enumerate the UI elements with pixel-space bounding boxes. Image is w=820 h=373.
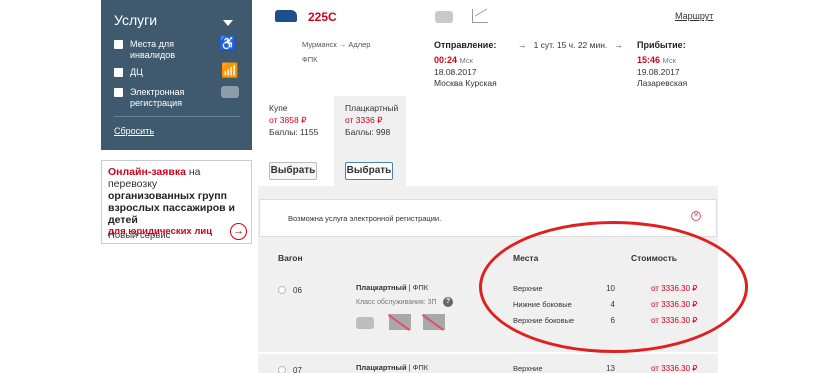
wagon-number: 06 — [293, 286, 302, 295]
car-type-price: от 3336 ₽ — [345, 115, 383, 125]
seat-price: от 3336.30 ₽ — [651, 364, 698, 373]
car-type-price: от 3858 ₽ — [269, 115, 307, 125]
seat-type: Верхние — [513, 364, 543, 373]
arrival-date: 19.08.2017 — [637, 67, 680, 77]
close-icon[interactable]: ✕ — [691, 211, 701, 221]
duration-text: 1 сут. 15 ч. 22 мин. — [533, 40, 608, 50]
arrival-label: Прибытие: — [637, 40, 686, 50]
reset-filters-link[interactable]: Сбросить — [114, 126, 154, 136]
no-toilet-icon — [423, 314, 445, 330]
checkbox[interactable] — [114, 40, 123, 49]
seat-count: 4 — [610, 300, 615, 309]
chevron-down-icon[interactable] — [223, 20, 233, 26]
filter-label: ДЦ — [130, 67, 143, 77]
chart-icon — [472, 9, 488, 23]
header-price: Стоимость — [631, 253, 677, 263]
timezone: Мск — [662, 56, 676, 65]
seat-count: 13 — [606, 364, 615, 373]
checkbox[interactable] — [114, 68, 123, 77]
arrival-time: 15:46 Мск — [637, 55, 676, 65]
departure-time: 00:24 Мск — [434, 55, 473, 65]
divider — [114, 116, 240, 117]
route-text: Мурманск → Адлер — [302, 40, 371, 49]
carrier-text: ФПК — [302, 55, 318, 64]
carrier: ФПК — [412, 363, 429, 372]
filter-label: Электронная регистрация — [130, 87, 185, 108]
seat-count: 10 — [606, 284, 615, 293]
row-divider — [258, 352, 718, 354]
seat-type: Нижние боковые — [513, 300, 572, 309]
select-platzkart-button[interactable]: Выбрать — [345, 162, 393, 180]
wagon-class: Плацкартный | ФПК — [356, 363, 429, 372]
sidebar-title: Услуги — [114, 12, 158, 28]
service-class: Класс обслуживания: 3П — [356, 299, 437, 306]
time-value: 00:24 — [434, 55, 458, 65]
wagon-class: Плацкартный | ФПК — [356, 283, 429, 292]
header-wagon: Вагон — [278, 253, 303, 263]
train-number: 225С — [308, 10, 337, 24]
seat-price: от 3336.30 ₽ — [651, 316, 698, 325]
arrow-right-icon[interactable]: → — [230, 223, 247, 240]
class-name: Плацкартный — [356, 363, 407, 372]
seat-price: от 3336.30 ₽ — [651, 300, 698, 309]
e-registration-icon — [221, 86, 239, 98]
time-value: 15:46 — [637, 55, 661, 65]
promo-bold-text: организованных групп взрослых пассажиров… — [108, 190, 235, 226]
promo-highlight: Онлайн-заявка — [108, 166, 186, 178]
carrier: ФПК — [412, 283, 429, 292]
travel-duration: → 1 сут. 15 ч. 22 мин. → — [518, 40, 623, 50]
departure-label: Отправление: — [434, 40, 497, 50]
seat-type: Верхние — [513, 284, 543, 293]
timezone: Мск — [459, 56, 473, 65]
e-registration-icon — [356, 317, 374, 329]
train-icon — [275, 10, 297, 22]
car-type-name: Купе — [269, 103, 288, 113]
filter-label: Места для инвалидов — [130, 39, 175, 60]
car-type-name: Плацкартный — [345, 103, 399, 113]
group-booking-promo[interactable]: Онлайн-заявка на перевозку организованны… — [101, 160, 252, 244]
car-type-points: Баллы: 998 — [345, 127, 391, 137]
seat-price: от 3336.30 ₽ — [651, 284, 698, 293]
seat-type: Верхние боковые — [513, 316, 575, 325]
wagon-radio[interactable] — [278, 286, 286, 294]
route-link[interactable]: Маршрут — [675, 11, 713, 21]
select-coupe-button[interactable]: Выбрать — [269, 162, 317, 180]
seat-count: 6 — [610, 316, 615, 325]
arrival-station: Лазаревская — [637, 78, 688, 88]
class-name: Плацкартный — [356, 283, 407, 292]
departure-date: 18.08.2017 — [434, 67, 477, 77]
header-seats: Места — [513, 253, 539, 263]
wheelchair-icon: ♿ — [219, 35, 237, 51]
no-ac-icon — [389, 314, 411, 330]
car-type-points: Баллы: 1155 — [269, 127, 319, 137]
checkbox[interactable] — [114, 88, 123, 97]
wagon-radio[interactable] — [278, 366, 286, 373]
departure-station: Москва Курская — [434, 78, 497, 88]
e-registration-icon — [435, 11, 453, 23]
chart-icon: 📶 — [221, 62, 239, 78]
wagon-number: 07 — [293, 366, 302, 373]
services-sidebar: Услуги Места для инвалидов ♿ ДЦ 📶 Электр… — [101, 0, 252, 150]
promo-service-text: Новый сервис — [108, 230, 171, 241]
e-registration-notice: Возможна услуга электронной регистрации. — [259, 199, 717, 237]
help-icon[interactable]: ? — [443, 297, 453, 307]
